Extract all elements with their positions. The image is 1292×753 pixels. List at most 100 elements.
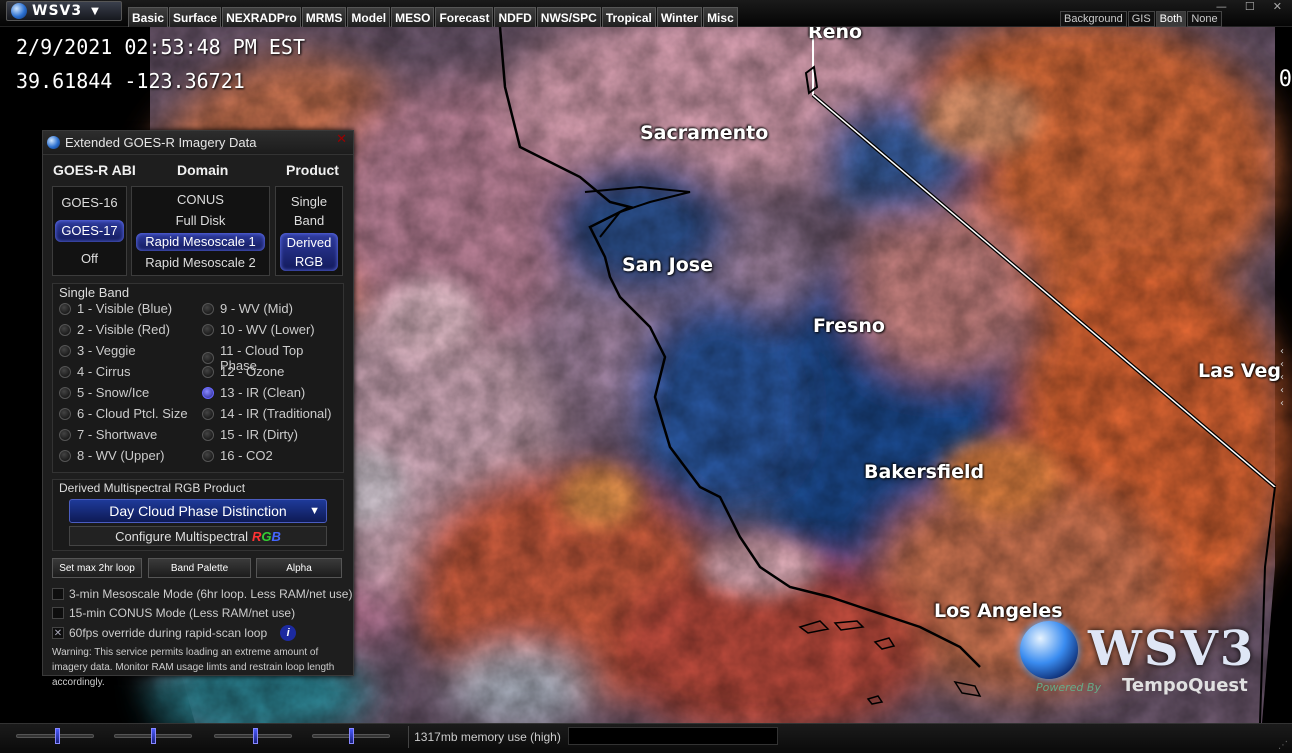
slider-3-thumb[interactable] xyxy=(253,728,258,744)
band-label: 12 - Ozone xyxy=(220,364,285,379)
band-option[interactable]: 10 - WV (Lower) xyxy=(202,322,315,337)
band-label: 16 - CO2 xyxy=(220,448,273,463)
layer-both[interactable]: Both xyxy=(1155,11,1187,27)
product-single-band[interactable]: Single Band xyxy=(276,192,342,230)
band-palette-button[interactable]: Band Palette xyxy=(148,558,251,578)
domain-full-disk[interactable]: Full Disk xyxy=(132,213,269,228)
band-option[interactable]: 3 - Veggie xyxy=(59,343,136,358)
band-option[interactable]: 16 - CO2 xyxy=(202,448,273,463)
maximize-icon[interactable]: ☐ xyxy=(1245,0,1255,13)
radio-button[interactable] xyxy=(59,386,71,399)
radio-button[interactable] xyxy=(202,386,214,399)
checkbox-60fps-override[interactable]: ✕ xyxy=(52,627,64,639)
radio-button[interactable] xyxy=(59,428,71,441)
header-product: Product xyxy=(286,162,339,178)
checkbox-row-mesoscale[interactable]: 3-min Mesoscale Mode (6hr loop. Less RAM… xyxy=(52,587,352,601)
close-icon[interactable]: ✕ xyxy=(336,132,347,147)
menu-mrms[interactable]: MRMS xyxy=(301,7,347,28)
warning-text: Warning: This service permits loading an… xyxy=(52,647,335,688)
menu-nexradpro[interactable]: NEXRADPro xyxy=(222,7,301,28)
satellite-off[interactable]: Off xyxy=(53,251,126,266)
set-max-loop-button[interactable]: Set max 2hr loop xyxy=(52,558,142,578)
slider-3[interactable] xyxy=(214,728,292,744)
slider-1[interactable] xyxy=(16,728,94,744)
domain-selector: CONUS Full Disk Rapid Mesoscale 1 Rapid … xyxy=(131,186,270,276)
wsv3-logo: WSV3 Powered By TempoQuest xyxy=(1018,619,1258,709)
band-option[interactable]: 5 - Snow/Ice xyxy=(59,385,149,400)
band-option[interactable]: 2 - Visible (Red) xyxy=(59,322,170,337)
menu-misc[interactable]: Misc xyxy=(703,7,738,28)
band-option[interactable]: 1 - Visible (Blue) xyxy=(59,301,172,316)
menu-surface[interactable]: Surface xyxy=(169,7,222,28)
satellite-goes16[interactable]: GOES-16 xyxy=(53,195,126,210)
radio-button[interactable] xyxy=(59,449,71,462)
radio-button[interactable] xyxy=(59,407,71,420)
alpha-button[interactable]: Alpha xyxy=(256,558,342,578)
radio-button[interactable] xyxy=(59,365,71,378)
main-menu: Basic Surface NEXRADPro MRMS Model MESO … xyxy=(128,7,738,28)
slider-4-thumb[interactable] xyxy=(349,728,354,744)
band-option[interactable]: 9 - WV (Mid) xyxy=(202,301,293,316)
menu-meso[interactable]: MESO xyxy=(391,7,435,28)
panel-titlebar[interactable]: Extended GOES-R Imagery Data ✕ xyxy=(43,131,353,155)
band-option[interactable]: 14 - IR (Traditional) xyxy=(202,406,332,421)
band-option[interactable]: 15 - IR (Dirty) xyxy=(202,427,298,442)
radio-button[interactable] xyxy=(202,365,214,378)
configure-g: G xyxy=(261,528,272,544)
checkbox-row-60fps[interactable]: ✕ 60fps override during rapid-scan loop … xyxy=(52,625,297,641)
slider-4[interactable] xyxy=(312,728,390,744)
slider-2[interactable] xyxy=(114,728,192,744)
layer-gis[interactable]: GIS xyxy=(1127,11,1155,27)
info-icon[interactable]: i xyxy=(280,625,297,641)
checkbox-mesoscale-mode[interactable] xyxy=(52,588,64,600)
menu-nws-spc[interactable]: NWS/SPC xyxy=(536,7,601,28)
product-derived-rgb[interactable]: Derived RGB xyxy=(280,233,338,271)
logo-brand: WSV3 xyxy=(1088,621,1256,677)
rgb-product-section: Derived Multispectral RGB Product Day Cl… xyxy=(52,479,344,551)
globe-icon xyxy=(1020,621,1078,679)
menu-basic[interactable]: Basic xyxy=(128,7,169,28)
menu-tropical[interactable]: Tropical xyxy=(601,7,656,28)
band-option[interactable]: 6 - Cloud Ptcl. Size xyxy=(59,406,188,421)
menu-forecast[interactable]: Forecast xyxy=(435,7,494,28)
band-option[interactable]: 8 - WV (Upper) xyxy=(59,448,164,463)
menu-ndfd[interactable]: NDFD xyxy=(494,7,536,28)
band-option[interactable]: 7 - Shortwave xyxy=(59,427,157,442)
satellite-goes17[interactable]: GOES-17 xyxy=(55,220,124,242)
radio-button[interactable] xyxy=(202,449,214,462)
domain-conus[interactable]: CONUS xyxy=(132,192,269,207)
domain-rapid-meso-2[interactable]: Rapid Mesoscale 2 xyxy=(132,255,269,270)
radio-button[interactable] xyxy=(202,302,214,315)
app-menu-button[interactable]: WSV3 ▼ xyxy=(6,1,122,21)
menu-winter[interactable]: Winter xyxy=(656,7,703,28)
radio-button[interactable] xyxy=(202,352,214,364)
band-option[interactable]: 4 - Cirrus xyxy=(59,364,130,379)
memory-bar xyxy=(568,727,778,745)
close-icon[interactable]: ✕ xyxy=(1273,0,1282,13)
radio-button[interactable] xyxy=(202,428,214,441)
layer-none[interactable]: None xyxy=(1187,11,1222,27)
configure-multispectral-button[interactable]: Configure Multispectral RGB xyxy=(69,526,327,546)
band-option[interactable]: 12 - Ozone xyxy=(202,364,284,379)
checkbox-row-conus[interactable]: 15-min CONUS Mode (Less RAM/net use) xyxy=(52,606,295,620)
radio-button[interactable] xyxy=(59,323,71,336)
band-option[interactable]: 13 - IR (Clean) xyxy=(202,385,305,400)
menu-model[interactable]: Model xyxy=(347,7,391,28)
rgb-section-title: Derived Multispectral RGB Product xyxy=(59,481,246,495)
radio-button[interactable] xyxy=(59,302,71,315)
minimize-icon[interactable]: — xyxy=(1216,0,1227,13)
radio-button[interactable] xyxy=(202,407,214,420)
side-panel-expander[interactable]: ‹ ‹ ‹ ‹ ‹ xyxy=(1280,345,1284,410)
band-label: 5 - Snow/Ice xyxy=(77,385,150,400)
resize-grip-icon[interactable]: ⋰ xyxy=(1278,740,1288,751)
header-abi: GOES-R ABI xyxy=(53,162,136,178)
domain-rapid-meso-1[interactable]: Rapid Mesoscale 1 xyxy=(136,233,265,251)
slider-1-thumb[interactable] xyxy=(55,728,60,744)
slider-2-thumb[interactable] xyxy=(151,728,156,744)
layer-background[interactable]: Background xyxy=(1060,11,1127,27)
status-bar: 1317mb memory use (high) ⋰ xyxy=(0,723,1292,753)
rgb-product-select[interactable]: Day Cloud Phase Distinction ▼ xyxy=(69,499,327,523)
radio-button[interactable] xyxy=(59,344,71,357)
checkbox-conus-mode[interactable] xyxy=(52,607,64,619)
radio-button[interactable] xyxy=(202,323,214,336)
